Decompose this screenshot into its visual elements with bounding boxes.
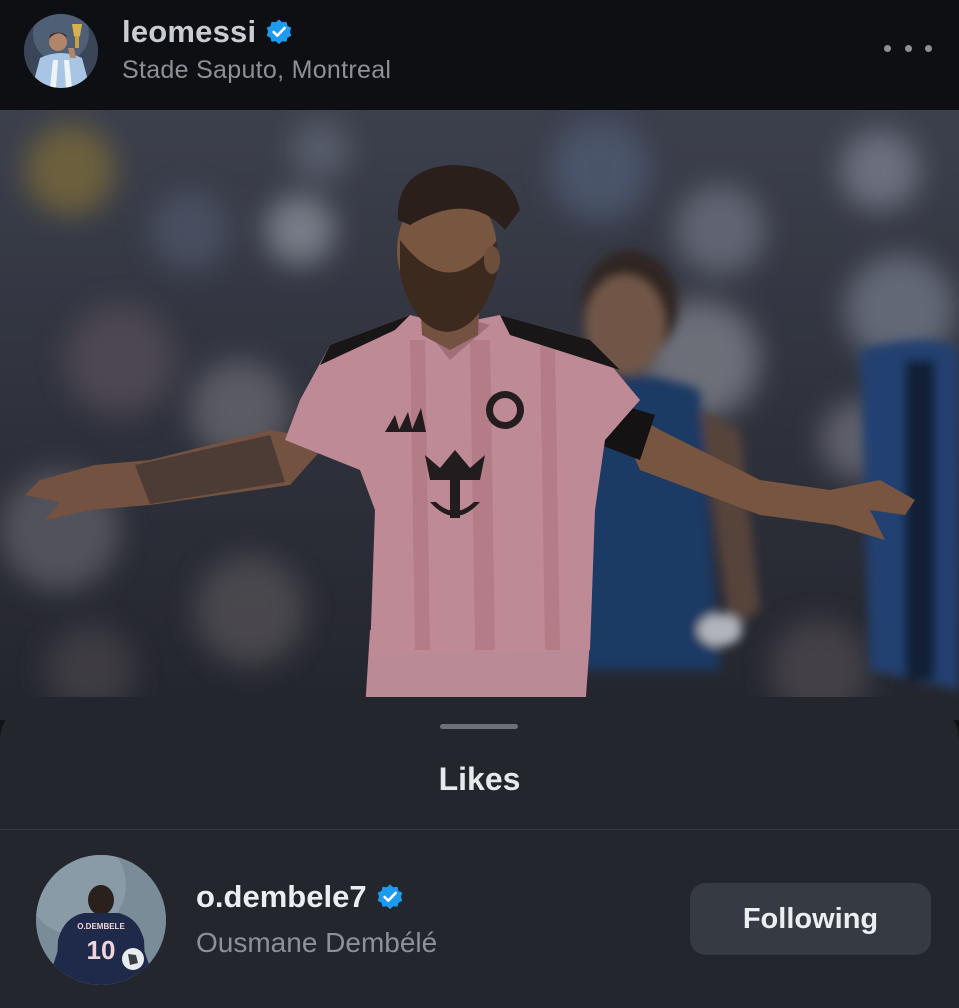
following-button[interactable]: Following (690, 883, 931, 955)
liker-username-row: o.dembele7 (196, 879, 405, 915)
more-options-icon[interactable] (884, 34, 932, 62)
sheet-grabber-handle[interactable] (440, 724, 518, 729)
instagram-post-screen: leomessi Stade Saputo, Montreal Likes O.… (0, 0, 959, 1008)
liker-username[interactable]: o.dembele7 (196, 879, 367, 915)
dot (884, 44, 891, 52)
post-author-avatar[interactable] (24, 14, 98, 88)
avatar-jersey-number: 10 (87, 935, 116, 965)
list-item[interactable]: O.DEMBELE 10 o.dembele7 Ousmane Dembélé … (0, 849, 959, 989)
post-author-username[interactable]: leomessi (122, 14, 256, 50)
liker-avatar[interactable]: O.DEMBELE 10 (36, 855, 166, 985)
likes-bottom-sheet: Likes O.DEMBELE 10 o.dembele7 Ousmane De… (0, 697, 959, 1008)
divider (0, 829, 959, 830)
dot (904, 44, 912, 52)
verified-badge-icon (375, 882, 405, 912)
verified-badge-icon (264, 17, 294, 47)
post-photo[interactable] (0, 110, 959, 720)
dot (925, 44, 932, 52)
avatar-jersey-name: O.DEMBELE (77, 922, 125, 931)
post-author-row: leomessi (122, 14, 294, 50)
sheet-title: Likes (438, 761, 521, 797)
liker-full-name: Ousmane Dembélé (196, 927, 438, 958)
post-header: leomessi Stade Saputo, Montreal (0, 0, 959, 110)
post-location[interactable]: Stade Saputo, Montreal (122, 56, 391, 85)
